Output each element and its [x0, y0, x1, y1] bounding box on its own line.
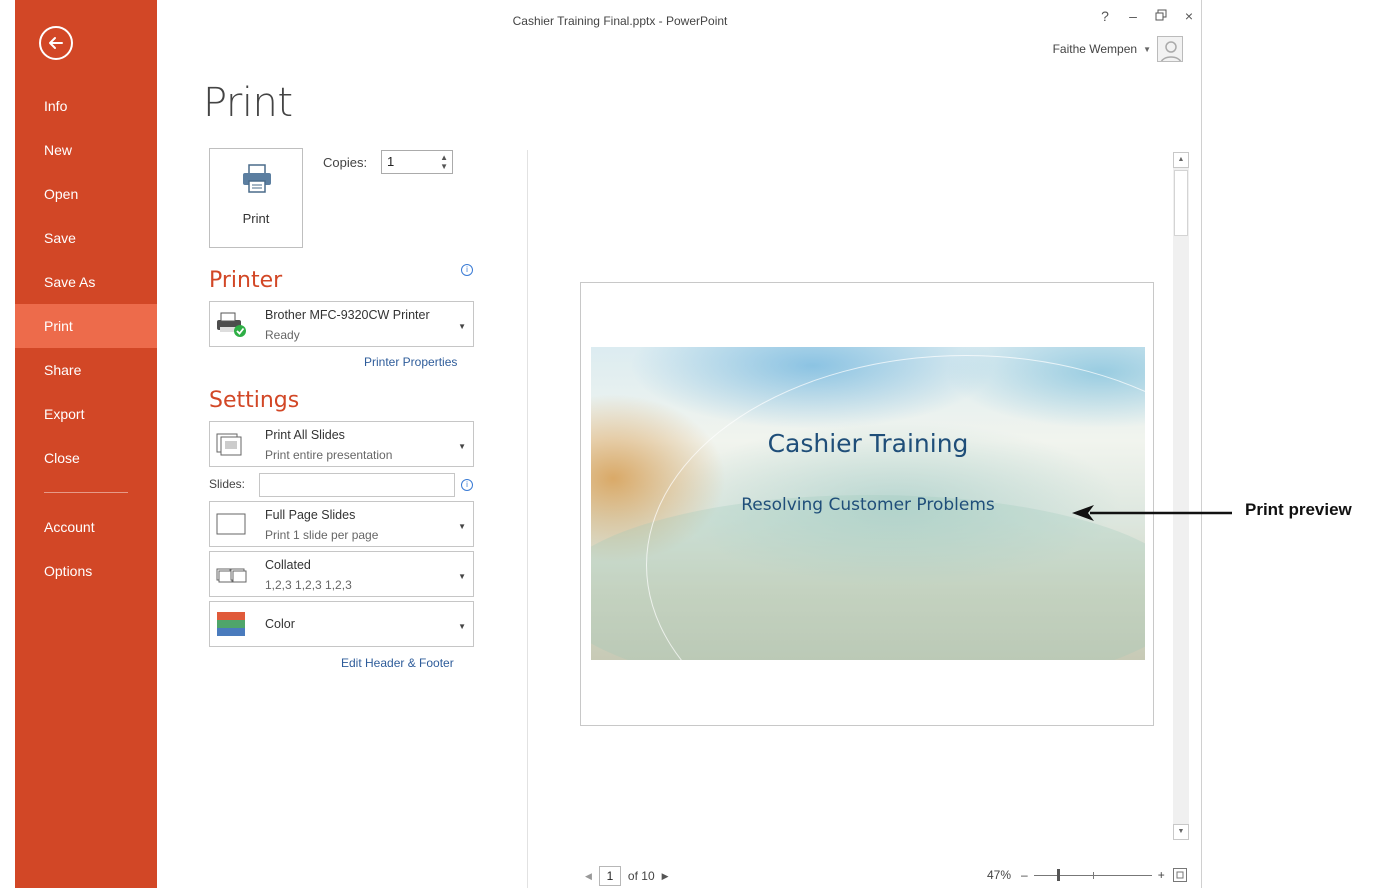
- slide-title: Cashier Training: [767, 429, 969, 458]
- preview-scrollbar[interactable]: ▲ ▼: [1173, 152, 1189, 840]
- print-button[interactable]: Print: [209, 148, 303, 248]
- nav-close[interactable]: Close: [15, 436, 157, 480]
- next-page-icon[interactable]: ▶: [662, 871, 669, 882]
- minimize-icon[interactable]: –: [1125, 8, 1141, 24]
- panel-divider: [527, 150, 528, 888]
- page-title: Print: [203, 80, 293, 126]
- printer-properties-link[interactable]: Printer Properties: [364, 355, 457, 369]
- printer-status: Ready: [265, 328, 300, 342]
- nav-divider: [44, 492, 128, 493]
- print-range-description: Print entire presentation: [265, 448, 393, 462]
- collation-description: 1,2,3 1,2,3 1,2,3: [265, 578, 352, 592]
- printer-section-title: Printer: [209, 268, 283, 293]
- slide-subtitle: Resolving Customer Problems: [741, 495, 995, 515]
- nav-share[interactable]: Share: [15, 348, 157, 392]
- user-account[interactable]: Faithe Wempen ▼: [1053, 36, 1183, 62]
- blank-page-icon: [216, 513, 246, 535]
- fit-to-window-icon[interactable]: [1172, 868, 1187, 882]
- user-name: Faithe Wempen: [1052, 42, 1138, 56]
- nav-account[interactable]: Account: [15, 505, 157, 549]
- print-preview-page: Cashier Training Resolving Customer Prob…: [580, 282, 1154, 726]
- info-icon[interactable]: i: [461, 479, 473, 491]
- zoom-in-button[interactable]: +: [1158, 868, 1165, 882]
- callout-arrow-icon: [1072, 505, 1232, 521]
- printer-ready-icon: [217, 312, 246, 337]
- zoom-out-button[interactable]: –: [1021, 868, 1028, 882]
- slide-thumbnail: Cashier Training Resolving Customer Prob…: [591, 347, 1145, 660]
- powerpoint-window: Info New Open Save Save As Print Share E…: [15, 0, 1202, 888]
- printer-icon: [243, 164, 271, 193]
- print-range-dropdown[interactable]: Print All Slides Print entire presentati…: [209, 421, 474, 467]
- page-number-input[interactable]: 1: [598, 866, 621, 886]
- nav-save-as[interactable]: Save As: [15, 260, 157, 304]
- nav-options[interactable]: Options: [15, 549, 157, 593]
- slides-stack-icon: [216, 433, 242, 456]
- copies-value: 1: [387, 154, 395, 169]
- layout-dropdown[interactable]: Full Page Slides Print 1 slide per page …: [209, 501, 474, 547]
- nav-print[interactable]: Print: [15, 304, 157, 348]
- collation-label: Collated: [265, 558, 311, 572]
- nav-open[interactable]: Open: [15, 172, 157, 216]
- collation-dropdown[interactable]: Collated 1,2,3 1,2,3 1,2,3 ▼: [209, 551, 474, 597]
- zoom-control: 47% – +: [987, 868, 1187, 882]
- chevron-down-icon: ▼: [1143, 44, 1151, 54]
- dropdown-arrow-icon: ▼: [458, 572, 466, 581]
- back-button[interactable]: [39, 26, 73, 60]
- slides-label: Slides:: [209, 477, 246, 491]
- printer-dropdown[interactable]: Brother MFC-9320CW Printer Ready ▼: [209, 301, 474, 347]
- zoom-slider[interactable]: [1033, 868, 1152, 882]
- dropdown-arrow-icon: ▼: [458, 522, 466, 531]
- back-arrow-icon: [49, 37, 63, 49]
- scroll-up-icon[interactable]: ▲: [1173, 152, 1189, 168]
- layout-description: Print 1 slide per page: [265, 528, 379, 542]
- nav-save[interactable]: Save: [15, 216, 157, 260]
- nav-export[interactable]: Export: [15, 392, 157, 436]
- window-title: Cashier Training Final.pptx - PowerPoint: [512, 14, 728, 28]
- printer-name: Brother MFC-9320CW Printer: [265, 308, 430, 322]
- previous-page-icon[interactable]: ◀: [585, 871, 592, 882]
- zoom-slider-thumb[interactable]: [1056, 869, 1060, 881]
- nav-new[interactable]: New: [15, 128, 157, 172]
- spin-arrows-icon[interactable]: ▲ ▼: [440, 153, 448, 171]
- scroll-thumb[interactable]: [1174, 170, 1188, 236]
- print-button-label: Print: [242, 211, 270, 226]
- restore-icon[interactable]: [1153, 8, 1169, 24]
- page-count: of 10: [627, 869, 655, 883]
- help-icon[interactable]: ?: [1097, 8, 1113, 24]
- dropdown-arrow-icon: ▼: [458, 322, 466, 331]
- backstage-sidebar: Info New Open Save Save As Print Share E…: [15, 0, 157, 888]
- nav-info[interactable]: Info: [15, 84, 157, 128]
- window-controls: ? – ×: [1097, 8, 1197, 24]
- copies-label: Copies:: [323, 155, 368, 170]
- page-navigator: ◀ 1 of 10 ▶: [585, 866, 669, 886]
- close-window-icon[interactable]: ×: [1181, 8, 1197, 24]
- collated-icon: [216, 568, 247, 583]
- slides-input[interactable]: [259, 473, 455, 497]
- info-icon[interactable]: i: [461, 264, 473, 276]
- scroll-down-icon[interactable]: ▼: [1173, 824, 1189, 840]
- color-label: Color: [265, 617, 295, 631]
- zoom-level[interactable]: 47%: [987, 868, 1011, 882]
- edit-header-footer-link[interactable]: Edit Header & Footer: [341, 656, 454, 670]
- dropdown-arrow-icon: ▼: [458, 442, 466, 451]
- avatar: [1157, 36, 1183, 62]
- settings-section-title: Settings: [209, 388, 300, 413]
- dropdown-arrow-icon: ▼: [458, 622, 466, 631]
- callout-label: Print preview: [1245, 500, 1352, 519]
- color-swatch-icon: [217, 612, 245, 636]
- color-dropdown[interactable]: Color ▼: [209, 601, 474, 647]
- print-range-label: Print All Slides: [265, 428, 345, 442]
- copies-stepper[interactable]: 1 ▲ ▼: [381, 150, 453, 174]
- layout-label: Full Page Slides: [265, 508, 356, 522]
